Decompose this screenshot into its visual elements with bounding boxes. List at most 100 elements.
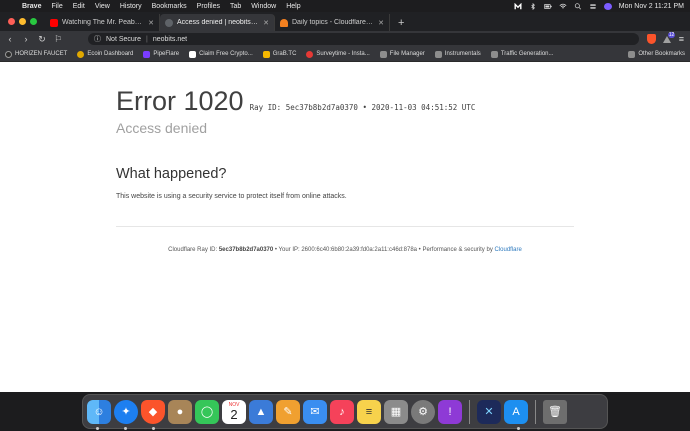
exodus-icon[interactable]: ✕ (477, 399, 501, 424)
youtube-icon (50, 18, 58, 27)
close-tab-icon[interactable]: ✕ (148, 19, 154, 27)
bookmarks-bar: HORIZEN FAUCET Ecoin Dashboard PipeFlare… (0, 47, 690, 62)
forward-icon[interactable]: › (22, 34, 30, 44)
minimize-window-icon[interactable] (19, 18, 26, 25)
dock-separator (535, 399, 536, 424)
bookmark-traffic-generation[interactable]: Traffic Generation... (490, 50, 554, 58)
control-center-icon[interactable] (589, 3, 597, 10)
menu-edit[interactable]: Edit (73, 3, 85, 10)
mail-icon[interactable]: ✉ (303, 399, 327, 424)
back-icon[interactable]: ‹ (6, 34, 14, 44)
bookmark-instrumentals[interactable]: Instrumentals (434, 50, 481, 58)
new-tab-button[interactable]: + (390, 14, 412, 31)
bookmark-surveytime[interactable]: Surveytime - Insta... (306, 50, 370, 58)
calendar-day: 2 (230, 407, 238, 422)
zoom-window-icon[interactable] (30, 18, 37, 25)
bookmark-pipeflare[interactable]: PipeFlare (143, 50, 180, 58)
menu-view[interactable]: View (95, 3, 110, 10)
tab-title: Watching The Mr. Peabody & (62, 19, 145, 26)
app-store-icon[interactable]: A (504, 399, 528, 424)
menu-bookmarks[interactable]: Bookmarks (152, 3, 187, 10)
error-title: Error 1020 (116, 86, 244, 116)
system-preferences-icon[interactable]: ⚙ (411, 399, 435, 424)
finder-icon[interactable]: ☺ (87, 399, 111, 424)
music-icon[interactable]: ♪ (330, 399, 354, 424)
tab-cloudflare-community[interactable]: Daily topics - Cloudflare Commu ✕ (275, 14, 390, 31)
other-bookmarks[interactable]: Other Bookmarks (628, 50, 685, 58)
tab-peabody[interactable]: Watching The Mr. Peabody & ✕ (45, 14, 160, 31)
bookmark-label: GraB.TC (272, 51, 297, 57)
trash-icon[interactable]: 🗑 (543, 399, 567, 424)
siri-icon[interactable] (603, 2, 612, 10)
malwarebytes-icon[interactable] (514, 2, 522, 10)
footer-ray-label: Cloudflare Ray ID: (168, 247, 218, 253)
pages-icon[interactable]: ✎ (276, 399, 300, 424)
info-icon[interactable]: ⓘ (94, 34, 101, 44)
search-icon[interactable] (574, 2, 582, 10)
rewards-badge: 12 (667, 31, 676, 38)
reload-icon[interactable]: ↻ (38, 34, 46, 45)
close-window-icon[interactable] (8, 18, 15, 25)
surveytime-icon (306, 50, 314, 58)
menu-file[interactable]: File (51, 3, 62, 10)
bookmark-icon[interactable]: ⚐ (54, 34, 62, 45)
globe-icon (165, 18, 173, 27)
tab-access-denied[interactable]: Access denied | neobits.net use ✕ (160, 14, 275, 31)
brave-icon[interactable]: ◆ (141, 399, 165, 424)
grabtc-icon (262, 50, 270, 58)
bookmark-label: Claim Free Crypto... (199, 51, 253, 57)
folder-icon (434, 50, 442, 58)
brave-shields-icon[interactable] (646, 34, 656, 44)
tab-bar: Watching The Mr. Peabody & ✕ Access deni… (0, 12, 690, 31)
divider (116, 226, 574, 227)
page-content: Error 1020 Ray ID: 5ec37b8b2d7a0370 • 20… (0, 62, 690, 392)
bookmark-grabtc[interactable]: GraB.TC (262, 50, 297, 58)
browser-toolbar: ‹ › ↻ ⚐ ⓘ Not Secure | neobits.net 12 ≡ (0, 31, 690, 47)
menu-app-name[interactable]: Brave (22, 3, 41, 10)
menu-profiles[interactable]: Profiles (197, 3, 220, 10)
contacts-icon[interactable]: ● (168, 399, 192, 424)
url-text: neobits.net (152, 35, 188, 43)
running-indicator (517, 427, 520, 430)
menu-clock[interactable]: Mon Nov 2 11:21 PM (619, 3, 684, 10)
notes-icon[interactable]: ≡ (357, 399, 381, 424)
menu-help[interactable]: Help (286, 3, 300, 10)
messages-icon[interactable]: ◯ (195, 399, 219, 424)
menu-tab[interactable]: Tab (230, 3, 241, 10)
feedback-assistant-icon[interactable]: ! (438, 399, 462, 424)
folder-icon (379, 50, 387, 58)
close-tab-icon[interactable]: ✕ (263, 19, 269, 27)
address-bar[interactable]: ⓘ Not Secure | neobits.net (88, 33, 639, 45)
brave-rewards-icon[interactable]: 12 (662, 31, 676, 44)
keynote-icon[interactable]: ▲ (249, 399, 273, 424)
pipeflare-icon (143, 50, 151, 58)
bookmark-label: Ecoin Dashboard (87, 51, 134, 57)
launchpad-icon[interactable]: ▦ (384, 399, 408, 424)
bookmark-file-manager[interactable]: File Manager (379, 50, 425, 58)
bookmark-label: HORIZEN FAUCET (15, 51, 68, 57)
menu-icon[interactable]: ≡ (679, 34, 684, 44)
calendar-icon[interactable]: NOV 2 (222, 399, 246, 424)
status-area: Mon Nov 2 11:21 PM (514, 2, 684, 10)
bluetooth-icon[interactable] (529, 2, 537, 10)
other-bookmarks-label: Other Bookmarks (638, 51, 685, 57)
folder-icon (628, 50, 636, 58)
folder-icon (490, 50, 498, 58)
menu-history[interactable]: History (120, 3, 142, 10)
bookmark-horizen-faucet[interactable]: HORIZEN FAUCET (5, 50, 68, 58)
dock-separator (469, 399, 470, 424)
close-tab-icon[interactable]: ✕ (378, 19, 384, 27)
cloudflare-link[interactable]: Cloudflare (494, 247, 521, 253)
cloudflare-icon (280, 18, 288, 27)
bookmark-claim-free-crypto[interactable]: Claim Free Crypto... (189, 50, 253, 58)
running-indicator (96, 427, 99, 430)
battery-icon[interactable] (543, 3, 552, 10)
wifi-icon[interactable] (559, 3, 567, 10)
safari-icon[interactable]: ✦ (114, 399, 138, 424)
window-controls (0, 12, 45, 31)
cloudflare-footer: Cloudflare Ray ID: 5ec37b8b2d7a0370 • Yo… (0, 247, 690, 253)
bookmark-label: Instrumentals (444, 51, 481, 57)
menu-window[interactable]: Window (251, 3, 276, 10)
bookmark-ecoin-dashboard[interactable]: Ecoin Dashboard (77, 50, 134, 58)
bookmark-label: PipeFlare (153, 51, 180, 57)
